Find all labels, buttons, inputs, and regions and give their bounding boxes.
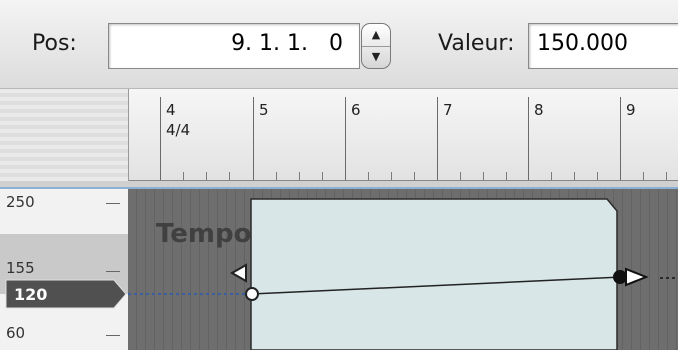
time-signature: 4/4 bbox=[166, 121, 191, 139]
bar-line bbox=[437, 97, 438, 181]
bar-number: 8 bbox=[534, 101, 544, 119]
bar-line bbox=[528, 97, 529, 181]
position-field[interactable]: 9. 1. 1. 0 bbox=[108, 23, 360, 69]
tempo-curve-layer bbox=[5, 198, 678, 350]
bar-line bbox=[160, 97, 161, 181]
value-value: 150.000 bbox=[537, 31, 628, 56]
valeur-label: Valeur: bbox=[438, 31, 515, 56]
pos-label: Pos: bbox=[32, 31, 77, 56]
bar-number: 7 bbox=[443, 101, 453, 119]
bar-line bbox=[253, 97, 254, 181]
position-value: 9. 1. 1. 0 bbox=[231, 31, 343, 56]
curve-end-node[interactable] bbox=[613, 270, 627, 284]
track-title: Tempo bbox=[156, 219, 252, 249]
bar-number: 6 bbox=[351, 101, 361, 119]
triangle-down-icon[interactable]: ▼ bbox=[362, 46, 390, 68]
triangle-up-icon[interactable]: ▲ bbox=[362, 24, 390, 47]
ruler-header-spacer bbox=[0, 89, 128, 181]
transport-toolbar: Pos: 9. 1. 1. 0 ▲ ▼ Valeur: 150.000 bbox=[0, 0, 678, 89]
curve-start-node[interactable] bbox=[245, 287, 259, 301]
tempo-track[interactable]: 250 155 60 Tempo 120 bbox=[0, 187, 678, 350]
bar-number: 5 bbox=[259, 101, 269, 119]
tempo-region[interactable] bbox=[250, 198, 618, 350]
bar-line bbox=[620, 97, 621, 181]
triangle-left-icon[interactable] bbox=[229, 263, 247, 283]
position-stepper[interactable]: ▲ ▼ bbox=[361, 23, 391, 69]
bar-number: 9 bbox=[626, 101, 636, 119]
bar-line bbox=[345, 97, 346, 181]
ruler-row: 4 4/4 5 6 7 8 9 bbox=[0, 89, 678, 181]
triangle-right-icon[interactable] bbox=[625, 267, 649, 287]
value-field[interactable]: 150.000 bbox=[528, 23, 678, 69]
bar-number: 4 bbox=[166, 101, 176, 119]
current-value: 120 bbox=[14, 285, 48, 304]
bar-ruler[interactable]: 4 4/4 5 6 7 8 9 bbox=[128, 89, 678, 181]
